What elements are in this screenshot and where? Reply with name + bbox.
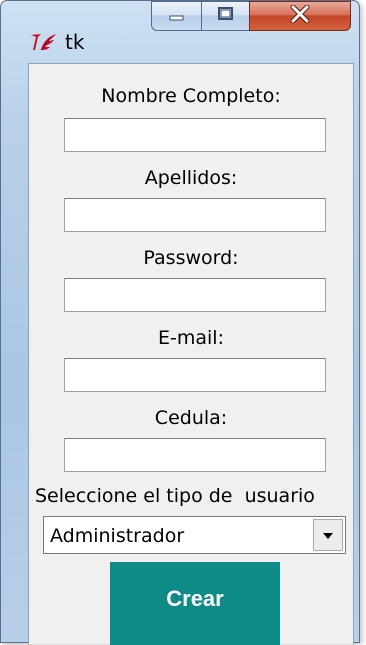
tk-feather-icon <box>29 31 59 53</box>
maximize-button[interactable] <box>201 1 249 31</box>
nombre-completo-label: Nombre Completo: <box>101 85 281 107</box>
cedula-input[interactable] <box>64 438 326 472</box>
user-type-select[interactable]: Administrador <box>43 516 346 554</box>
close-button[interactable] <box>249 1 351 31</box>
form-area: Nombre Completo: Apellidos: Password: E-… <box>28 63 354 645</box>
app-window: tk Nombre Completo: Apellidos: Password:… <box>0 0 360 645</box>
caption-buttons <box>151 1 351 33</box>
password-label: Password: <box>143 247 239 269</box>
password-input[interactable] <box>64 278 326 312</box>
title-bar[interactable]: tk <box>1 1 359 63</box>
minimize-icon <box>168 7 186 26</box>
maximize-icon <box>217 6 235 26</box>
cedula-label: Cedula: <box>154 407 228 429</box>
minimize-button[interactable] <box>151 1 201 31</box>
dropdown-arrow-button[interactable] <box>313 519 343 551</box>
create-button[interactable]: Crear <box>110 562 280 645</box>
close-icon <box>289 4 311 27</box>
user-type-selected-value: Administrador <box>50 525 185 547</box>
apellidos-label: Apellidos: <box>144 167 238 189</box>
window-title: tk <box>65 30 85 54</box>
chevron-down-icon <box>321 526 335 545</box>
email-label: E-mail: <box>158 327 224 349</box>
email-input[interactable] <box>64 358 326 392</box>
user-type-label: Seleccione el tipo de usuario <box>35 485 315 507</box>
apellidos-input[interactable] <box>64 198 326 232</box>
nombre-completo-input[interactable] <box>64 118 326 152</box>
